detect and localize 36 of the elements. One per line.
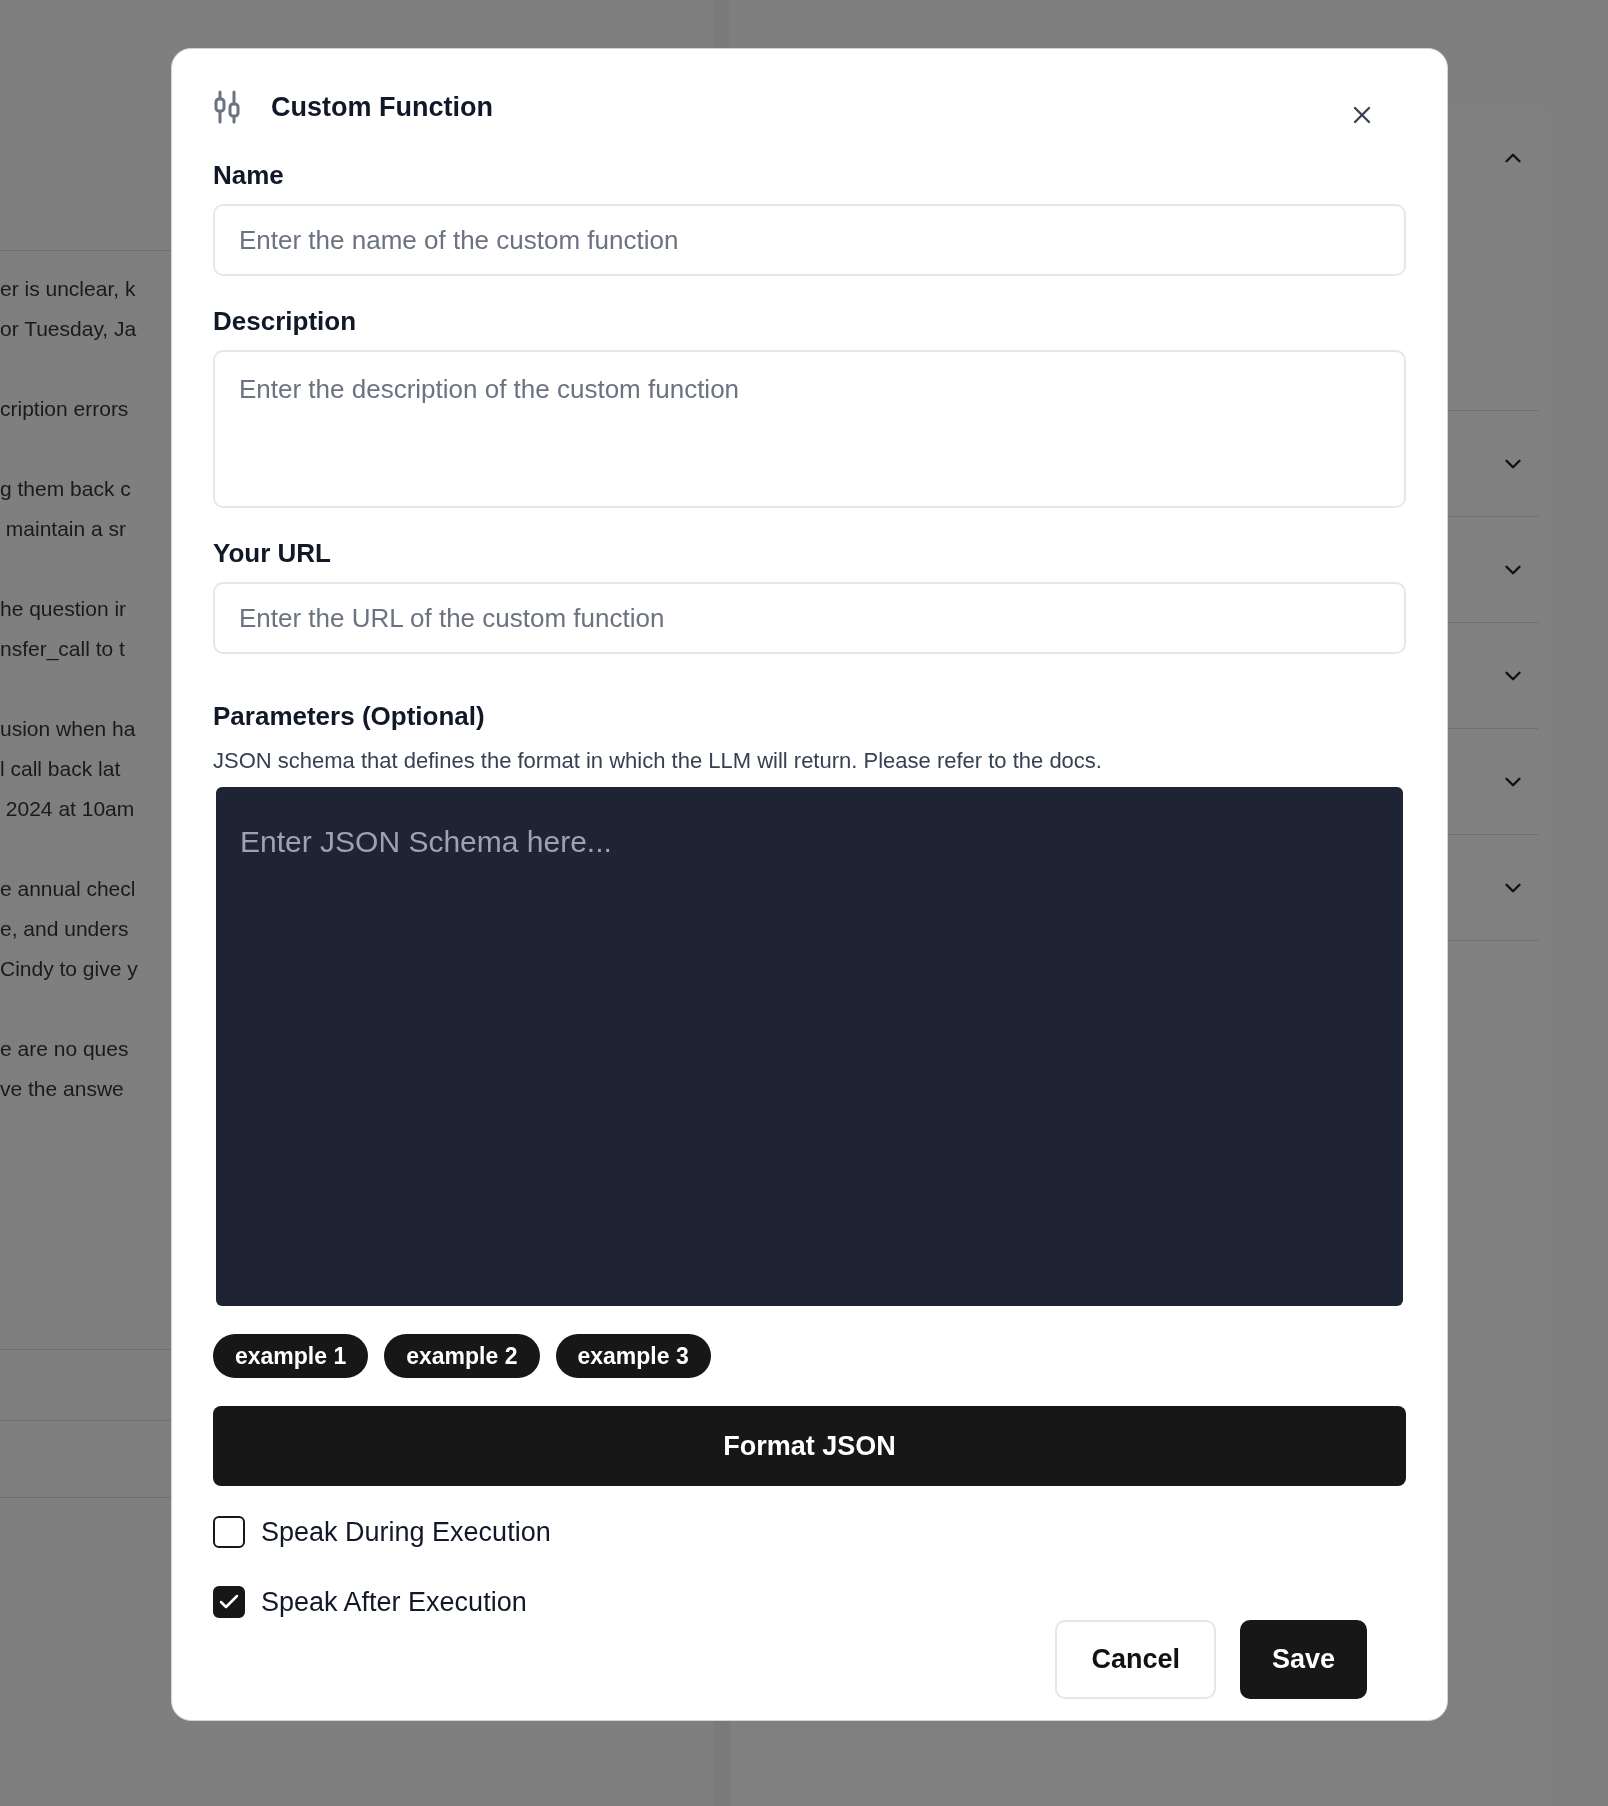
- example-chip[interactable]: example 3: [555, 1334, 711, 1378]
- checkbox-label: Speak During Execution: [261, 1516, 551, 1549]
- checkbox-label: Speak After Execution: [261, 1585, 527, 1619]
- background-text: maintain a sr: [4, 516, 128, 542]
- description-field[interactable]: Enter the description of the custom function: [213, 350, 1406, 508]
- checkbox[interactable]: [213, 1516, 245, 1549]
- code-editor[interactable]: Enter JSON Schema here...: [216, 787, 1403, 1306]
- parameters-label: Parameters (Optional): [213, 701, 486, 731]
- example-chip[interactable]: example 1: [213, 1334, 369, 1378]
- text-field[interactable]: Enter the name of the custom function: [213, 204, 1406, 276]
- field-label: Name: [213, 160, 285, 190]
- background-text: he question ir: [0, 596, 128, 622]
- background-text: usion when ha: [0, 716, 137, 742]
- background-text: l call back lat: [0, 756, 122, 782]
- background-text: Cindy to give y: [0, 956, 139, 982]
- checkbox[interactable]: [213, 1585, 245, 1618]
- background-text: er is unclear, k: [0, 276, 137, 302]
- cancel-button[interactable]: Cancel: [1055, 1620, 1216, 1699]
- parameters-hint: JSON schema that defines the format in which the LLM will return. Please refer to the docs.: [213, 747, 1103, 775]
- format-json-button[interactable]: Format JSON: [213, 1406, 1406, 1486]
- background-text: 2024 at 10am: [4, 796, 136, 822]
- save-button[interactable]: Save: [1239, 1620, 1367, 1699]
- text-field[interactable]: Enter the URL of the custom function: [213, 582, 1406, 654]
- example-chip[interactable]: example 2: [384, 1334, 540, 1378]
- background-text: ve the answe: [0, 1076, 125, 1102]
- background-text: nsfer_call to t: [0, 636, 126, 663]
- background-text: e are no ques: [0, 1036, 130, 1062]
- sliders-icon: [213, 90, 241, 124]
- background-text: e, and unders: [0, 916, 130, 942]
- dialog-title: Custom Function: [271, 90, 493, 124]
- background-text: e annual checl: [0, 876, 137, 902]
- background-text: g them back c: [0, 476, 132, 502]
- field-label: Description: [213, 306, 358, 336]
- background-text: cription errors: [0, 396, 130, 422]
- background-text: or Tuesday, Ja: [0, 316, 138, 342]
- field-label: Your URL: [213, 538, 332, 568]
